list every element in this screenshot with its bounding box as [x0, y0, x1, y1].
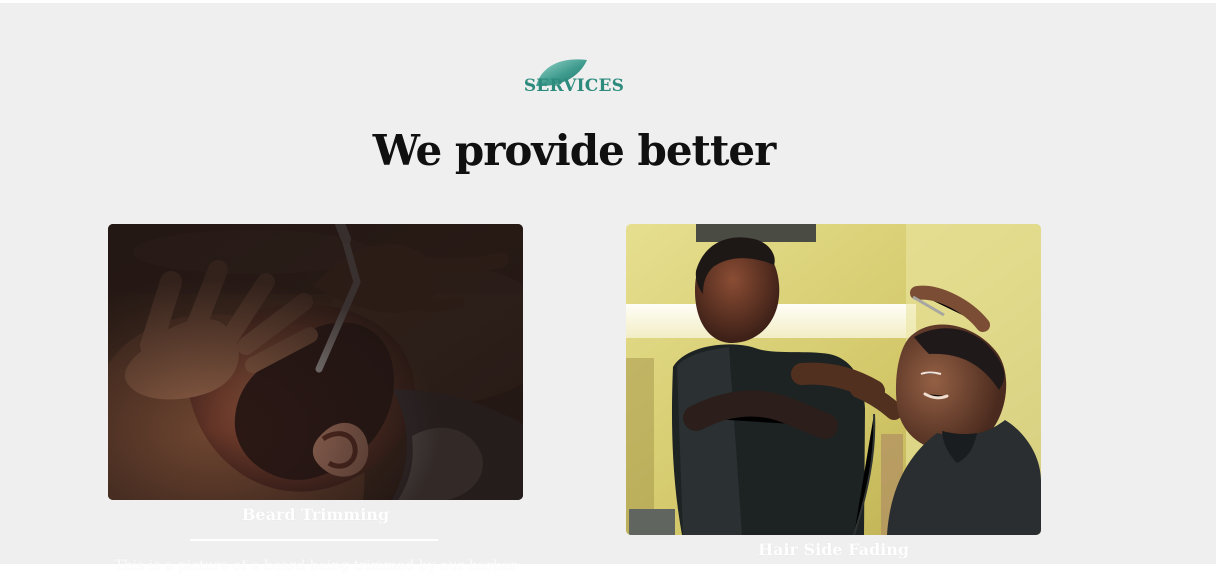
page-title: We provide better: [372, 126, 776, 176]
service-title: Hair Side Fading: [757, 540, 910, 559]
hair-side-fading-image: [626, 224, 1041, 535]
service-divider: [190, 539, 438, 541]
service-description: This is a picture of a beard being trimm…: [114, 558, 517, 574]
services-eyebrow: SERVICES: [523, 76, 625, 96]
service-title: Beard Trimming: [241, 505, 390, 524]
services-section: SERVICES We provide better Beard Trimmin…: [0, 3, 1216, 574]
beard-trimming-image: [108, 224, 523, 500]
